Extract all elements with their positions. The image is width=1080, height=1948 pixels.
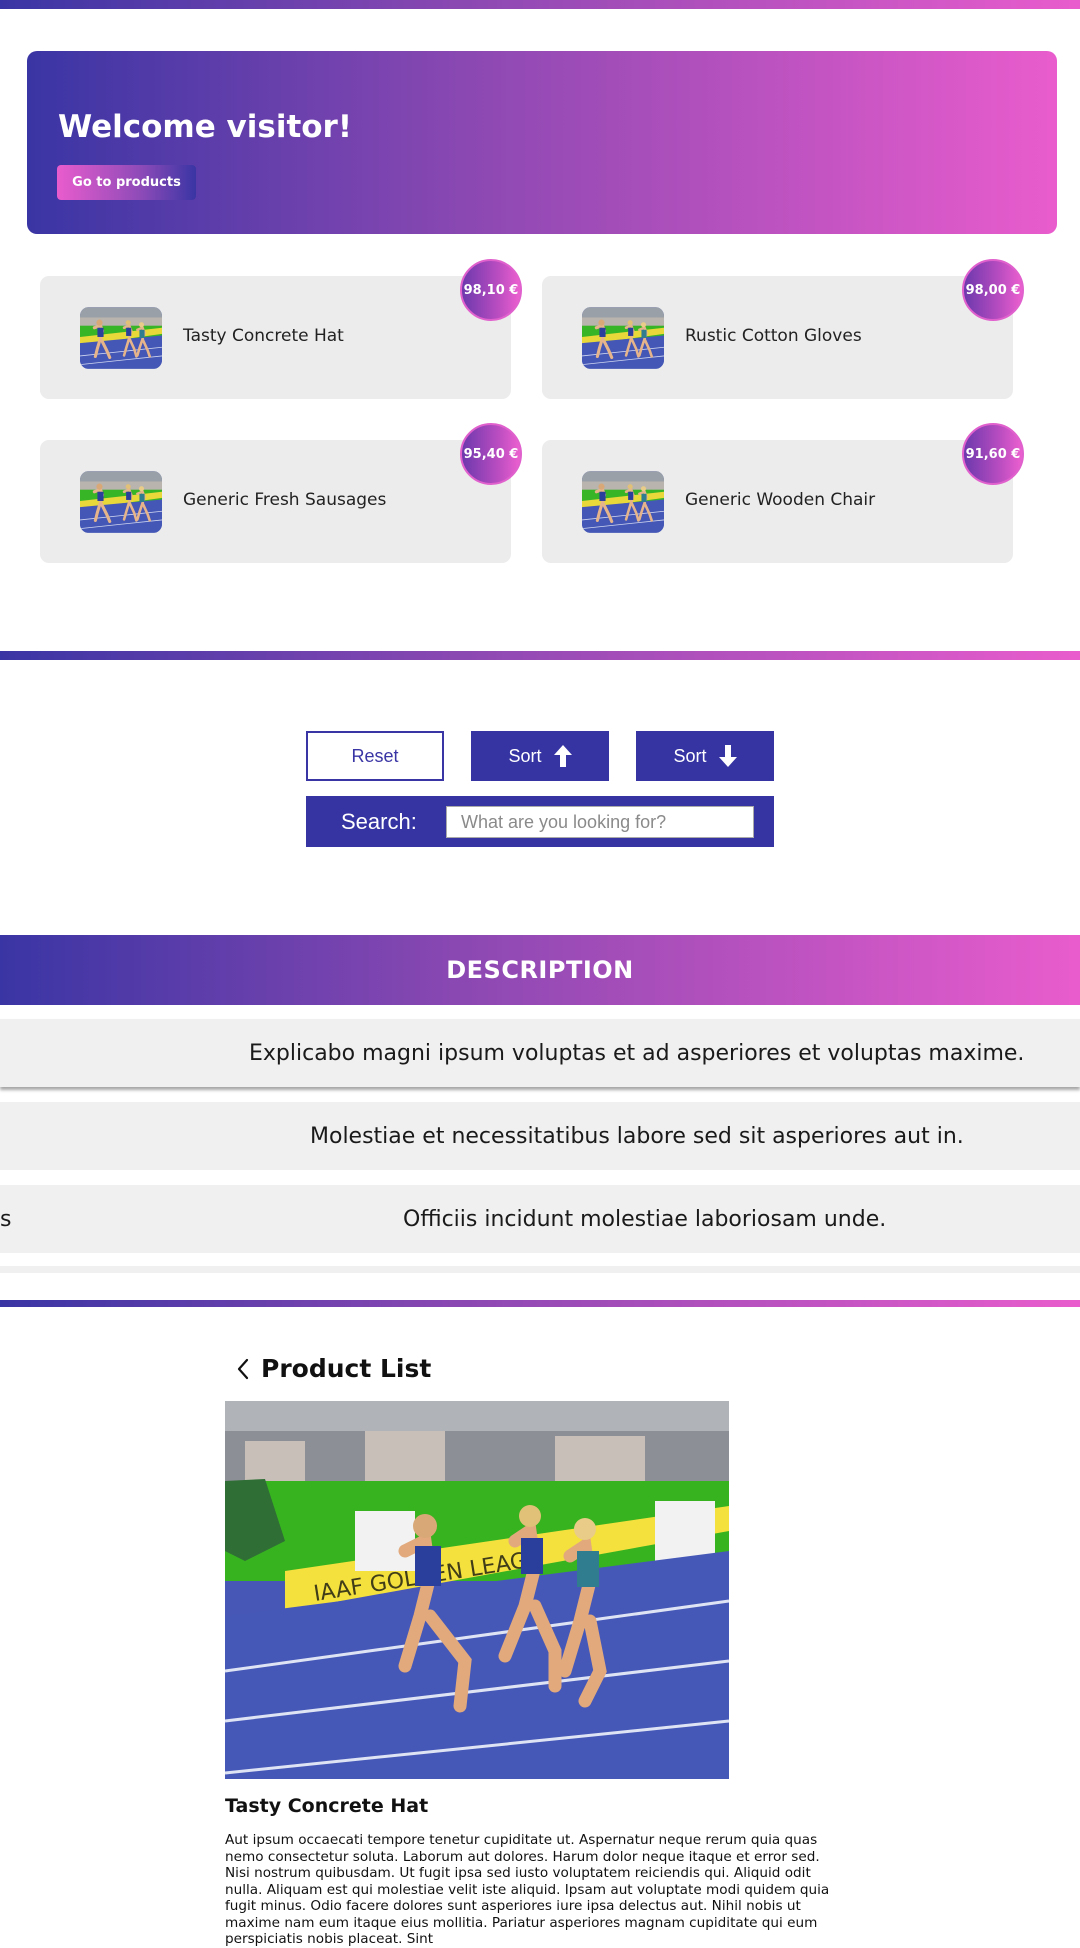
price-badge: 95,40 € <box>460 423 522 485</box>
section-divider <box>0 651 1080 660</box>
product-thumbnail <box>80 471 162 533</box>
description-text: Molestiae et necessitatibus labore sed s… <box>310 1124 964 1149</box>
go-to-products-button[interactable]: Go to products <box>57 165 196 200</box>
search-label: Search: <box>341 809 417 834</box>
description-row: Explicabo magni ipsum voluptas et ad asp… <box>0 1019 1080 1087</box>
product-image: IAAF GOLDEN LEAG <box>225 1401 729 1779</box>
product-name: Generic Wooden Chair <box>685 490 876 510</box>
section-divider <box>0 1300 1080 1307</box>
search-input[interactable] <box>446 806 754 838</box>
welcome-title: Welcome visitor! <box>58 109 352 145</box>
sort-ascending-button[interactable]: Sort <box>471 731 609 781</box>
description-row: Molestiae et necessitatibus labore sed s… <box>0 1102 1080 1170</box>
description-heading: DESCRIPTION <box>446 956 634 984</box>
sort-descending-label: Sort <box>673 745 707 766</box>
arrow-up-icon <box>553 745 572 767</box>
product-list-title: Product List <box>261 1354 432 1383</box>
welcome-banner: Welcome visitor! Go to products <box>27 51 1057 234</box>
product-name: Rustic Cotton Gloves <box>685 326 862 346</box>
description-row-partial <box>0 1266 1080 1273</box>
description-text: Explicabo magni ipsum voluptas et ad asp… <box>249 1041 1025 1066</box>
product-card[interactable]: Tasty Concrete Hat <box>40 276 511 399</box>
reset-label: Reset <box>351 745 399 766</box>
product-name: Tasty Concrete Hat <box>183 326 344 346</box>
search-bar: Search: <box>306 796 774 847</box>
product-thumbnail <box>80 307 162 369</box>
chevron-left-icon[interactable] <box>234 1357 252 1381</box>
price-badge: 91,60 € <box>962 423 1024 485</box>
description-overflow-text: s <box>0 1207 12 1232</box>
sort-descending-button[interactable]: Sort <box>636 731 774 781</box>
sort-ascending-label: Sort <box>508 745 542 766</box>
price-badge: 98,00 € <box>962 259 1024 321</box>
product-name: Generic Fresh Sausages <box>183 490 387 510</box>
product-detail-name: Tasty Concrete Hat <box>225 1795 429 1817</box>
product-thumbnail <box>582 307 664 369</box>
product-card[interactable]: Generic Wooden Chair <box>542 440 1013 563</box>
product-card[interactable]: Rustic Cotton Gloves <box>542 276 1013 399</box>
arrow-down-icon <box>718 745 737 767</box>
reset-button[interactable]: Reset <box>306 731 444 781</box>
product-description: Aut ipsum occaecati tempore tenetur cupi… <box>225 1832 830 1947</box>
product-thumbnail <box>582 471 664 533</box>
description-header: DESCRIPTION <box>0 935 1080 1005</box>
description-row: s Officiis incidunt molestiae laboriosam… <box>0 1185 1080 1253</box>
top-divider <box>0 0 1080 9</box>
price-badge: 98,10 € <box>460 259 522 321</box>
product-card[interactable]: Generic Fresh Sausages <box>40 440 511 563</box>
description-text: Officiis incidunt molestiae laboriosam u… <box>403 1207 887 1232</box>
